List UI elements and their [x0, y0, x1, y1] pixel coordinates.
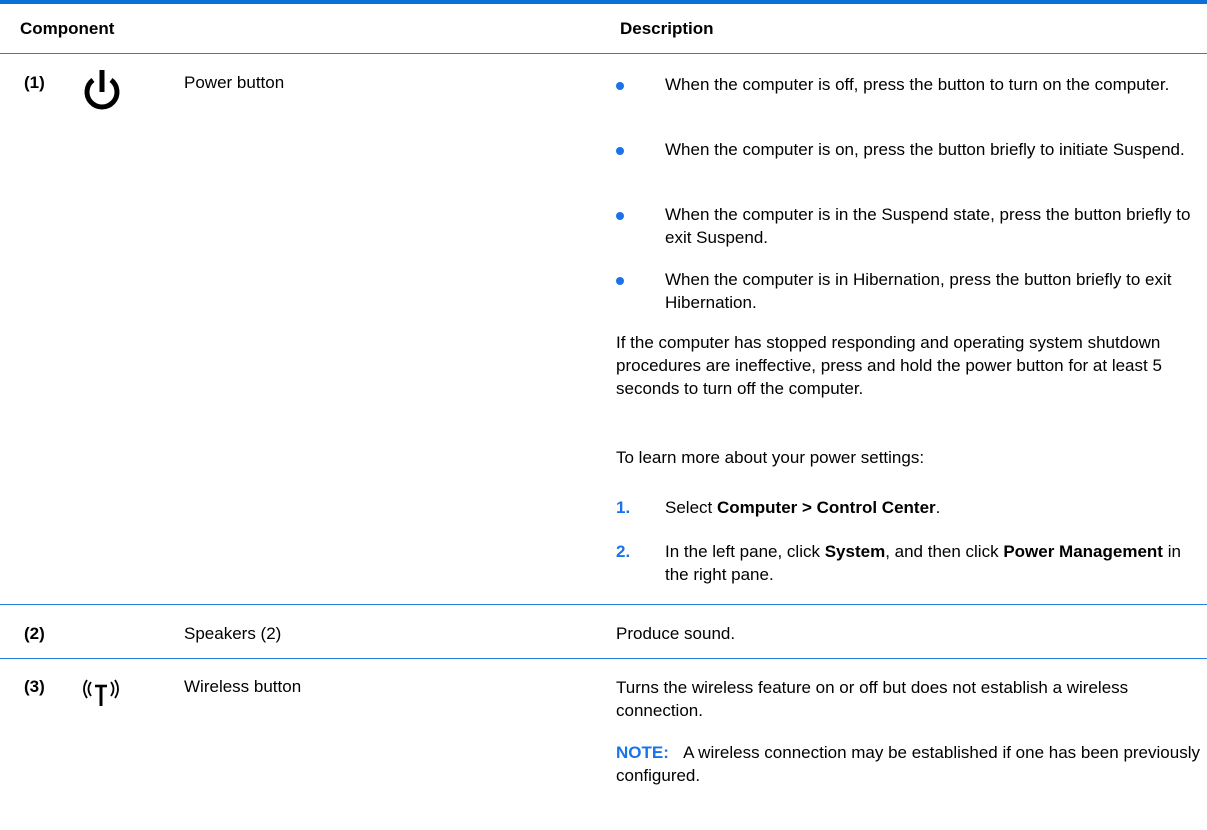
step-number: 2. [616, 542, 631, 561]
component-name: Speakers (2) [184, 624, 282, 643]
step-text: In the left pane, click System, and then… [665, 542, 1181, 584]
row-number: (3) [24, 677, 45, 696]
header-divider [0, 53, 1207, 54]
bullet-text: When the computer is on, press the butto… [665, 140, 1185, 159]
row-number: (2) [24, 624, 45, 643]
bullet-icon [616, 147, 624, 155]
list-item: When the computer is off, press the butt… [616, 73, 1196, 119]
component-name: Wireless button [184, 677, 302, 696]
list-item: 2. In the left pane, click System, and t… [616, 540, 1196, 586]
bullet-text: When the computer is in the Suspend stat… [665, 205, 1191, 247]
note-text: A wireless connection may be established… [616, 743, 1200, 785]
description-text: Produce sound. [616, 624, 736, 643]
column-header-description: Description [620, 19, 714, 38]
bullet-text: When the computer is off, press the butt… [665, 75, 1170, 94]
step-number: 1. [616, 498, 631, 517]
row-divider [0, 604, 1207, 605]
bullet-text: When the computer is in Hibernation, pre… [665, 270, 1172, 312]
power-icon [80, 68, 124, 119]
list-item: 1. Select Computer > Control Center. [616, 496, 1196, 519]
bullet-icon [616, 82, 624, 90]
description-intro: To learn more about your power settings: [616, 448, 925, 467]
bullet-icon [616, 277, 624, 285]
row-divider [0, 658, 1207, 659]
description-text: Turns the wireless feature on or off but… [616, 678, 1129, 720]
note-label: NOTE: [616, 743, 669, 762]
description-paragraph: If the computer has stopped responding a… [616, 333, 1162, 398]
component-name: Power button [184, 73, 285, 92]
column-header-component: Component [20, 19, 115, 38]
list-item: When the computer is on, press the butto… [616, 138, 1196, 184]
list-item: When the computer is in Hibernation, pre… [616, 268, 1196, 314]
list-item: When the computer is in the Suspend stat… [616, 203, 1196, 249]
wireless-icon [80, 678, 122, 713]
bullet-icon [616, 212, 624, 220]
note: NOTE: A wireless connection may be estab… [616, 741, 1201, 787]
top-rule [0, 0, 1207, 4]
step-text: Select Computer > Control Center. [665, 498, 941, 517]
row-number: (1) [24, 73, 45, 92]
